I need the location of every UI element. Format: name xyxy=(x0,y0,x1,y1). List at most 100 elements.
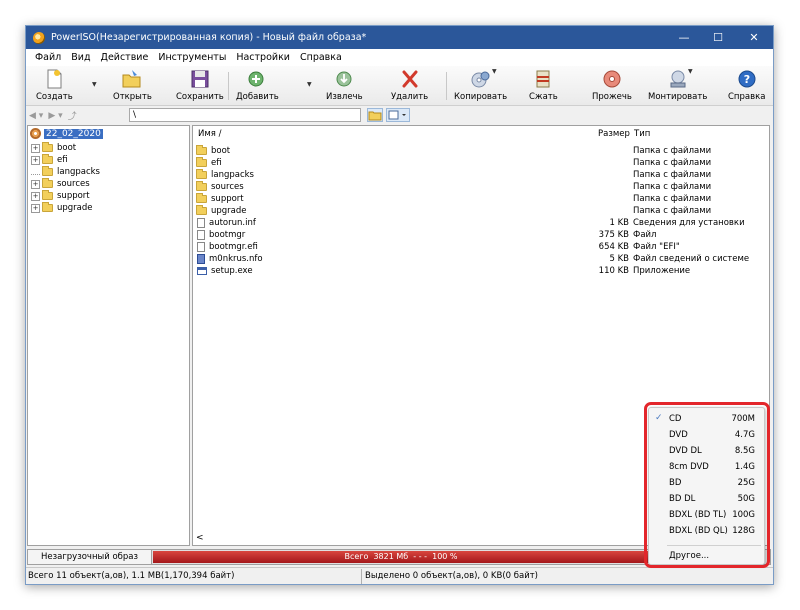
address-bar: ◀ ▾ ▶ ▾ ⤴ \ xyxy=(26,107,773,124)
add-button[interactable]: Добавить xyxy=(236,68,279,104)
folder-icon xyxy=(42,202,53,212)
file-row[interactable]: support Папка с файлами xyxy=(193,193,769,206)
menu-divider xyxy=(667,545,761,546)
mount-drive-icon xyxy=(670,70,686,88)
menu-tools[interactable]: Инструменты xyxy=(153,52,231,63)
file-row[interactable]: boot Папка с файлами xyxy=(193,145,769,158)
compress-button[interactable]: Сжать xyxy=(529,68,558,104)
title-bar[interactable]: PowerISO(Незарегистрированная копия) - Н… xyxy=(26,26,773,49)
expand-icon[interactable]: + xyxy=(31,143,40,153)
capacity-option-bdxl-ql[interactable]: BDXL (BD QL) 128G xyxy=(649,523,764,539)
add-dropdown-arrow[interactable]: ▼ xyxy=(307,81,312,88)
create-dropdown-arrow[interactable]: ▼ xyxy=(92,81,97,88)
column-header-size[interactable]: Размер xyxy=(598,129,630,139)
mount-dropdown-arrow[interactable]: ▼ xyxy=(688,68,693,75)
tree-root-label: 22_02_2020 xyxy=(44,128,103,139)
back-arrow-icon[interactable]: ◀ ▾ xyxy=(29,111,43,121)
file-row[interactable]: bootmgr.efi 654 KB Файл "EFI" xyxy=(193,242,769,254)
tree-item-boot[interactable]: + boot xyxy=(31,142,76,154)
column-header-name[interactable]: Имя / xyxy=(198,129,221,139)
toolbar-separator xyxy=(228,72,229,100)
file-row[interactable]: sources Папка с файлами xyxy=(193,181,769,194)
folder-icon xyxy=(196,169,207,179)
delete-x-icon xyxy=(402,70,418,88)
copy-dropdown-arrow[interactable]: ▼ xyxy=(492,68,497,75)
compress-icon xyxy=(536,70,550,88)
folder-view-icon[interactable] xyxy=(367,108,383,122)
extract-button[interactable]: Извлечь xyxy=(326,68,363,104)
help-question-icon: ? xyxy=(738,70,756,88)
folder-icon xyxy=(196,145,207,155)
expand-icon[interactable]: + xyxy=(31,179,40,189)
view-mode-icon[interactable] xyxy=(386,108,410,122)
close-button[interactable]: ✕ xyxy=(735,26,773,49)
expand-icon[interactable]: + xyxy=(31,155,40,165)
capacity-option-8cm-dvd[interactable]: 8cm DVD 1.4G xyxy=(649,459,764,475)
image-type-label[interactable]: Незагрузочный образ xyxy=(28,550,152,564)
capacity-option-bd-dl[interactable]: BD DL 50G xyxy=(649,491,764,507)
maximize-button[interactable]: ☐ xyxy=(701,26,735,49)
create-button[interactable]: Создать xyxy=(36,68,73,104)
svg-text:?: ? xyxy=(744,73,750,86)
capacity-option-bd[interactable]: BD 25G xyxy=(649,475,764,491)
tree-item-upgrade[interactable]: + upgrade xyxy=(31,202,93,214)
poweriso-app-icon xyxy=(33,31,45,44)
tree-root-item[interactable]: 22_02_2020 xyxy=(30,128,103,139)
extract-icon xyxy=(336,71,352,87)
new-file-icon xyxy=(47,69,62,89)
status-total: Всего 11 объект(а,ов), 1.1 MB(1,170,394 … xyxy=(28,571,235,581)
capacity-option-bdxl-tl[interactable]: BDXL (BD TL) 100G xyxy=(649,507,764,523)
tree-item-langpacks[interactable]: langpacks xyxy=(31,166,100,178)
menu-settings[interactable]: Настройки xyxy=(231,52,295,63)
folder-icon xyxy=(42,178,53,188)
file-row[interactable]: bootmgr 375 KB Файл xyxy=(193,230,769,242)
column-header-type[interactable]: Тип xyxy=(634,129,650,139)
minimize-button[interactable]: — xyxy=(667,26,701,49)
status-divider xyxy=(361,569,362,584)
folder-tree[interactable]: 22_02_2020 + boot + efi langpacks + sour… xyxy=(27,125,190,546)
capacity-option-dvd-dl[interactable]: DVD DL 8.5G xyxy=(649,443,764,459)
expand-icon[interactable]: + xyxy=(31,203,40,213)
delete-button[interactable]: Удалить xyxy=(391,68,428,104)
scroll-left-icon[interactable]: < xyxy=(196,533,204,543)
tree-item-efi[interactable]: + efi xyxy=(31,154,68,166)
file-row[interactable]: efi Папка с файлами xyxy=(193,157,769,170)
mount-button[interactable]: Монтировать xyxy=(648,68,707,104)
capacity-option-other[interactable]: Другое... xyxy=(649,548,764,564)
file-icon xyxy=(197,230,205,240)
forward-arrow-icon[interactable]: ▶ ▾ xyxy=(48,111,62,121)
expand-icon[interactable]: + xyxy=(31,191,40,201)
toolbar: Создать ▼ Открыть Сохранить Добавить ▼ И… xyxy=(26,66,773,106)
folder-icon xyxy=(42,154,53,164)
tree-item-support[interactable]: + support xyxy=(31,190,90,202)
capacity-option-cd[interactable]: ✓ CD 700M xyxy=(649,411,764,427)
capacity-option-dvd[interactable]: DVD 4.7G xyxy=(649,427,764,443)
file-row[interactable]: m0nkrus.nfo 5 KB Файл сведений о системе xyxy=(193,254,769,266)
menu-help[interactable]: Справка xyxy=(295,52,347,63)
toolbar-separator xyxy=(446,72,447,100)
file-row[interactable]: autorun.inf 1 KB Сведения для установки xyxy=(193,218,769,230)
folder-icon xyxy=(196,193,207,203)
menu-action[interactable]: Действие xyxy=(96,52,154,63)
file-row[interactable]: upgrade Папка с файлами xyxy=(193,205,769,218)
copy-disc-icon xyxy=(471,71,490,88)
capacity-menu: ✓ CD 700M DVD 4.7G DVD DL 8.5G 8cm DVD 1… xyxy=(648,407,765,565)
copy-button[interactable]: Копировать xyxy=(454,68,507,104)
open-button[interactable]: Открыть xyxy=(113,68,152,104)
path-field[interactable]: \ xyxy=(129,108,361,122)
menu-file[interactable]: Файл xyxy=(30,52,66,63)
burn-button[interactable]: Прожечь xyxy=(592,68,632,104)
tree-item-sources[interactable]: + sources xyxy=(31,178,90,190)
folder-icon xyxy=(196,157,207,167)
file-row[interactable]: langpacks Папка с файлами xyxy=(193,169,769,182)
file-icon xyxy=(197,242,205,252)
up-folder-icon[interactable]: ⤴ xyxy=(68,109,77,122)
file-row[interactable]: setup.exe 110 KB Приложение xyxy=(193,266,769,278)
folder-icon xyxy=(42,190,53,200)
status-bar: Всего 11 объект(а,ов), 1.1 MB(1,170,394 … xyxy=(26,567,773,584)
disc-image-icon xyxy=(30,128,41,139)
folder-icon xyxy=(196,181,207,191)
help-button[interactable]: ? Справка xyxy=(728,68,765,104)
save-button[interactable]: Сохранить xyxy=(176,68,224,104)
menu-view[interactable]: Вид xyxy=(66,52,95,63)
